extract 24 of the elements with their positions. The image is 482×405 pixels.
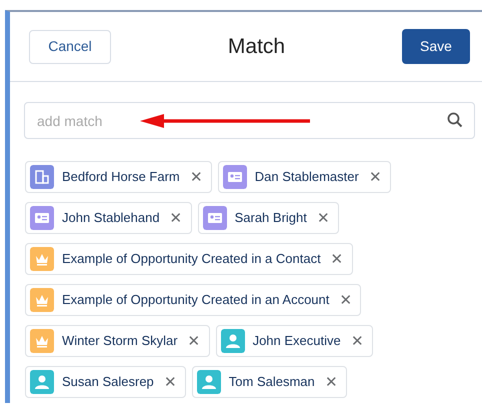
- pill-label: John Executive: [252, 332, 341, 350]
- pill-label: Dan Stablemaster: [254, 168, 359, 186]
- cancel-button[interactable]: Cancel: [29, 30, 111, 64]
- pill-label: John Stablehand: [62, 209, 160, 228]
- remove-button[interactable]: ✕: [168, 210, 185, 226]
- pill-label: Winter Storm Skylar: [62, 332, 178, 350]
- remove-button[interactable]: ✕: [348, 334, 366, 348]
- remove-button[interactable]: ✕: [366, 170, 384, 184]
- remove-button[interactable]: ✕: [314, 210, 332, 226]
- remove-button[interactable]: ✕: [188, 170, 205, 184]
- dialog-title: Match: [228, 34, 286, 60]
- pill-label: Sarah Bright: [234, 209, 307, 228]
- pill-label: Tom Salesman: [228, 373, 315, 392]
- remove-button[interactable]: ✕: [322, 374, 340, 390]
- search-field[interactable]: add match: [24, 102, 475, 139]
- remove-button[interactable]: ✕: [186, 334, 203, 348]
- pill-label: Example of Opportunity Created in an Account: [62, 291, 330, 310]
- remove-button[interactable]: ✕: [328, 252, 346, 266]
- save-button[interactable]: Save: [402, 29, 470, 64]
- remove-button[interactable]: ✕: [337, 292, 354, 308]
- pill-label: Bedford Horse Farm: [62, 168, 180, 186]
- pill-label: Example of Opportunity Created in a Contact: [62, 250, 321, 268]
- pill-label: Susan Salesrep: [62, 373, 154, 392]
- remove-button[interactable]: ✕: [162, 374, 179, 390]
